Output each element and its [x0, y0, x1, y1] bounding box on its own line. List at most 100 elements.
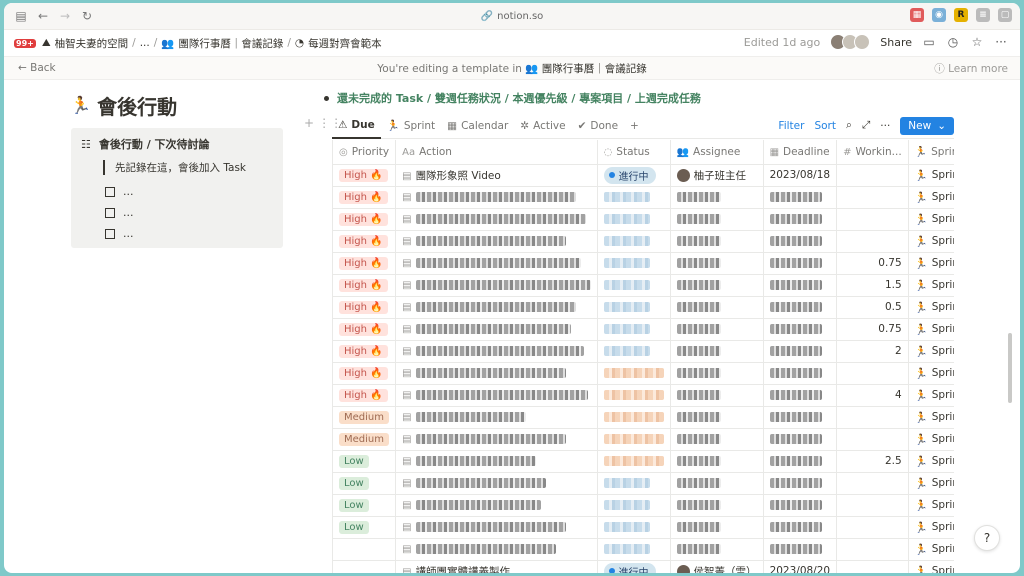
breadcrumb-item[interactable]: 團隊行事曆｜會議記錄 [178, 36, 283, 51]
sprint-tag[interactable]: 🏃Sprint 2 [915, 389, 954, 402]
priority-cell[interactable]: High 🔥 [333, 362, 397, 385]
table-row[interactable]: Medium ▤ 🏃Sprint 2 [333, 406, 954, 429]
sprint-cell[interactable]: 🏃Sprint 2 [908, 450, 954, 473]
table-row[interactable]: High 🔥 ▤ 🏃Sprint 2 [333, 208, 954, 231]
tab-done[interactable]: ✔ Done [572, 113, 624, 139]
action-cell[interactable]: ▤ [395, 450, 598, 473]
priority-tag[interactable]: High 🔥 [339, 388, 388, 402]
working-hours-cell[interactable] [836, 516, 909, 539]
quote-block[interactable]: 先記錄在這，會後加入 Task [103, 160, 273, 175]
todo-item[interactable]: ... [105, 202, 273, 223]
action-cell[interactable]: ▤ [395, 428, 598, 451]
priority-cell[interactable]: Low [333, 450, 397, 473]
sprint-tag[interactable]: 🏃Sprint 2 [915, 521, 954, 534]
deadline-cell[interactable] [763, 340, 838, 363]
extension-icon[interactable]: ▦ [910, 8, 924, 22]
priority-cell[interactable]: High 🔥 [333, 296, 397, 319]
breadcrumb-item[interactable]: 每週對齊會範本 [308, 36, 382, 51]
action-cell[interactable]: ▤ [395, 274, 598, 297]
sprint-cell[interactable]: 🏃Sprint 2 [908, 296, 954, 319]
action-cell[interactable]: ▤ 團隊形象照 Video [395, 164, 598, 187]
sort-button[interactable]: Sort [814, 120, 836, 132]
deadline-cell[interactable] [763, 516, 838, 539]
sprint-cell[interactable]: 🏃Sprint 2 [908, 428, 954, 451]
assignee-cell[interactable] [670, 384, 764, 407]
sprint-tag[interactable]: 🏃Sprint 2 [915, 235, 954, 248]
status-tag[interactable]: 進行中 [603, 166, 656, 184]
sprint-cell[interactable]: 🏃Sprint 2 [908, 208, 954, 231]
priority-cell[interactable]: High 🔥 [333, 208, 397, 231]
more-icon[interactable]: ··· [994, 35, 1008, 49]
star-icon[interactable]: ☆ [970, 35, 984, 49]
sprint-cell[interactable]: 🏃Sprint 2 [908, 186, 954, 209]
assignee-cell[interactable] [670, 406, 764, 429]
share-button[interactable]: Share [880, 36, 912, 49]
window-icon[interactable]: ▢ [998, 8, 1012, 22]
table-row[interactable]: High 🔥 ▤ 0.75 🏃Sprint 2 [333, 252, 954, 275]
status-cell[interactable] [597, 472, 671, 495]
priority-cell[interactable] [333, 560, 397, 573]
status-cell[interactable] [597, 318, 671, 341]
assignee-cell[interactable] [670, 252, 764, 275]
action-cell[interactable]: ▤ [395, 318, 598, 341]
action-cell[interactable]: ▤ [395, 362, 598, 385]
collaborator-avatars[interactable] [830, 34, 871, 50]
table-row[interactable]: Low ▤ 🏃Sprint 2 [333, 494, 954, 517]
deadline-cell[interactable] [763, 252, 838, 275]
linked-database-title-text[interactable]: 還未完成的 Task / 雙週任務狀況 / 本週優先級 / 專案項目 / 上週完… [337, 90, 701, 106]
column-header-assignee[interactable]: 👥 Assignee [670, 140, 764, 165]
sprint-tag[interactable]: 🏃Sprint 2 [915, 169, 954, 182]
priority-cell[interactable]: Low [333, 516, 397, 539]
working-hours-cell[interactable] [836, 230, 909, 253]
priority-cell[interactable]: High 🔥 [333, 230, 397, 253]
priority-cell[interactable]: Low [333, 494, 397, 517]
working-hours-cell[interactable]: 2.5 [836, 450, 909, 473]
working-hours-cell[interactable] [836, 560, 909, 573]
table-row[interactable]: High 🔥 ▤ 🏃Sprint 2 [333, 186, 954, 209]
status-cell[interactable] [597, 538, 671, 561]
back-arrow-icon[interactable]: ← [32, 5, 54, 27]
breadcrumb-item[interactable]: 柚智夫妻的空間 [55, 36, 129, 51]
sprint-tag[interactable]: 🏃Sprint 2 [915, 565, 954, 573]
priority-cell[interactable]: High 🔥 [333, 318, 397, 341]
priority-tag[interactable]: High 🔥 [339, 212, 388, 226]
assignee-cell[interactable] [670, 340, 764, 363]
priority-cell[interactable]: High 🔥 [333, 340, 397, 363]
deadline-cell[interactable] [763, 318, 838, 341]
deadline-cell[interactable] [763, 406, 838, 429]
breadcrumb-item[interactable]: ... [140, 37, 150, 49]
priority-tag[interactable]: High 🔥 [339, 344, 388, 358]
callout-block[interactable]: ☷ 會後行動 / 下次待討論 先記錄在這，會後加入 Task ... ... .… [71, 128, 283, 248]
todo-item[interactable]: ... [105, 181, 273, 202]
deadline-cell[interactable] [763, 296, 838, 319]
working-hours-cell[interactable] [836, 362, 909, 385]
priority-cell[interactable]: High 🔥 [333, 164, 397, 187]
assignee-cell[interactable] [670, 428, 764, 451]
deadline-cell[interactable] [763, 450, 838, 473]
sprint-tag[interactable]: 🏃Sprint 2 [915, 477, 954, 490]
status-cell[interactable] [597, 340, 671, 363]
working-hours-cell[interactable] [836, 208, 909, 231]
sprint-cell[interactable]: 🏃Sprint 2 [908, 318, 954, 341]
expand-icon[interactable]: ⤢ [862, 119, 870, 132]
working-hours-cell[interactable]: 4 [836, 384, 909, 407]
status-cell[interactable] [597, 296, 671, 319]
assignee-cell[interactable] [670, 362, 764, 385]
tab-sprint[interactable]: 🏃 Sprint [381, 113, 441, 139]
linked-database-title[interactable]: 還未完成的 Task / 雙週任務狀況 / 本週優先級 / 專案項目 / 上週完… [324, 90, 701, 106]
status-cell[interactable] [597, 450, 671, 473]
working-hours-cell[interactable] [836, 406, 909, 429]
sprint-cell[interactable]: 🏃Sprint 2 [908, 538, 954, 561]
working-hours-cell[interactable] [836, 186, 909, 209]
priority-tag[interactable]: High 🔥 [339, 256, 388, 270]
priority-tag[interactable]: Low [339, 520, 369, 534]
back-button[interactable]: ← Back [18, 62, 56, 74]
table-row[interactable]: Low ▤ 🏃Sprint 2 [333, 516, 954, 539]
sprint-cell[interactable]: 🏃Sprint 2 [908, 274, 954, 297]
priority-tag[interactable]: Medium [339, 410, 389, 424]
address-bar[interactable]: 🔗 notion.so [481, 11, 544, 22]
deadline-cell[interactable] [763, 186, 838, 209]
sprint-cell[interactable]: 🏃Sprint 2 [908, 494, 954, 517]
working-hours-cell[interactable]: 0.75 [836, 318, 909, 341]
checkbox[interactable] [105, 186, 115, 197]
